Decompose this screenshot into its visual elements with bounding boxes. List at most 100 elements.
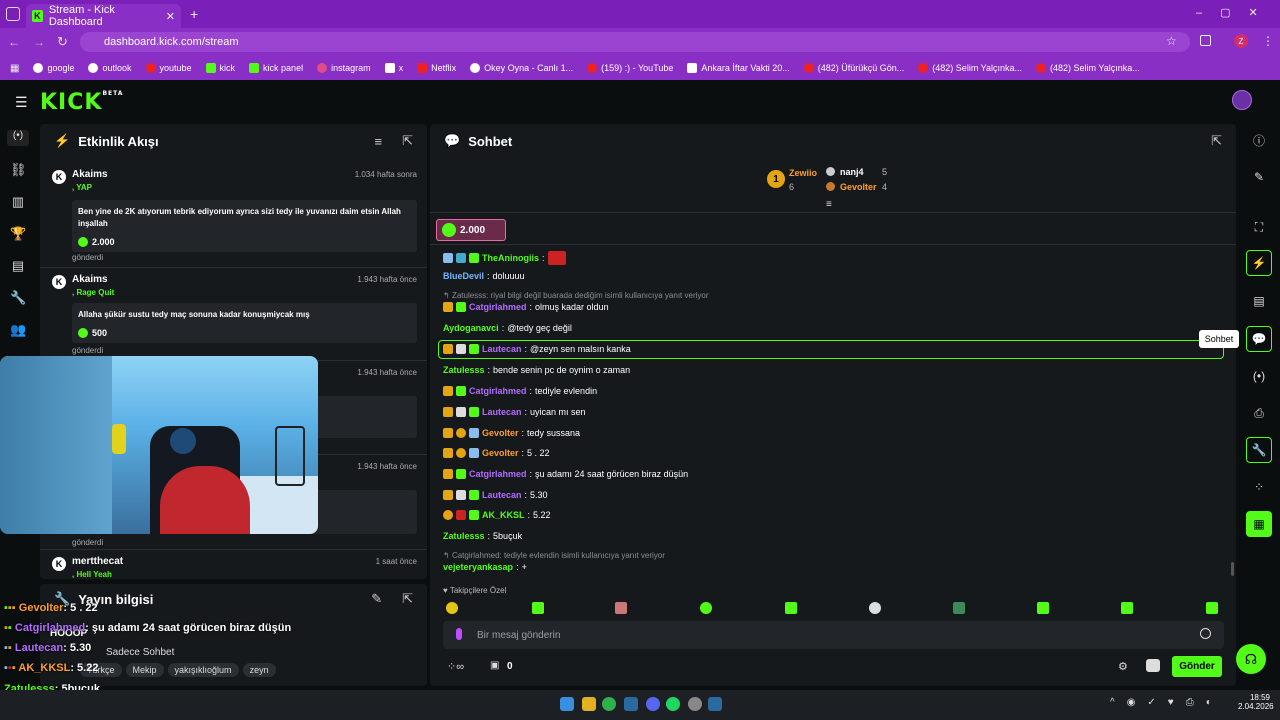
info-icon[interactable]: ⓘ: [1246, 127, 1272, 153]
tag[interactable]: zeyn: [242, 663, 276, 677]
users-icon[interactable]: 👥: [10, 322, 26, 338]
system-tray[interactable]: ^◉✓♥⎙◐: [1110, 697, 1224, 708]
bookmark-iftar[interactable]: Ankara İftar Vakti 20...: [687, 63, 790, 73]
emote-icon[interactable]: [1121, 602, 1133, 614]
bookmark-outlook[interactable]: outlook: [88, 63, 132, 73]
mic-icon[interactable]: [456, 628, 462, 640]
pencil-icon[interactable]: ✎: [1246, 164, 1272, 190]
tab-search-icon[interactable]: [6, 7, 20, 21]
menu-icon[interactable]: ⋮: [1262, 34, 1274, 48]
filter-icon[interactable]: ≡: [375, 134, 383, 149]
app-icon[interactable]: [688, 697, 702, 711]
broadcast-icon[interactable]: (•): [7, 130, 29, 146]
chat-tool-icon[interactable]: 💬: [1246, 326, 1272, 352]
bot-icon[interactable]: ▦: [1246, 511, 1272, 537]
bookmark-kick[interactable]: kick: [205, 63, 235, 73]
tag[interactable]: Mekip: [125, 663, 164, 677]
emote-icon[interactable]: [1206, 602, 1218, 614]
chat-username[interactable]: BlueDevil: [443, 271, 484, 281]
bookmark-kick-panel[interactable]: kick panel: [249, 63, 303, 73]
notes-icon[interactable]: ▤: [1246, 288, 1272, 314]
emote-icon[interactable]: [446, 602, 458, 614]
forward-icon[interactable]: →: [33, 35, 45, 49]
print-icon[interactable]: ⎙: [1246, 400, 1272, 426]
chat-username[interactable]: Lautecan: [482, 490, 522, 500]
bookmark-netflix[interactable]: Netflix: [417, 63, 456, 73]
apps-grid-icon[interactable]: ▦: [10, 63, 19, 74]
chat-scrollbar[interactable]: [1231, 562, 1234, 576]
user-avatar[interactable]: [1232, 90, 1252, 110]
reload-icon[interactable]: ↻: [57, 34, 68, 50]
lightning-tool-icon[interactable]: ⚡: [1246, 250, 1272, 276]
bookmark-youtube[interactable]: youtube: [145, 63, 192, 73]
hamburger-menu-icon[interactable]: ☰: [15, 94, 28, 111]
steam-icon[interactable]: [624, 697, 638, 711]
chat-username[interactable]: Gevolter: [482, 448, 519, 458]
bookmark-x[interactable]: x: [384, 63, 403, 73]
emote-icon[interactable]: [785, 602, 797, 614]
chat-username[interactable]: Gevolter: [482, 428, 519, 438]
discord-icon[interactable]: [646, 697, 660, 711]
chat-username[interactable]: AK_KKSL: [482, 510, 525, 520]
chat-username[interactable]: Catgirlahmed: [469, 302, 527, 312]
leaderboard-user[interactable]: nanj4: [840, 167, 864, 177]
url-bar[interactable]: dashboard.kick.com/stream: [80, 32, 1190, 52]
chat-input[interactable]: Bir mesaj gönderin: [443, 621, 1224, 649]
popout-icon[interactable]: ⇱: [1211, 133, 1222, 149]
new-tab-icon[interactable]: +: [190, 6, 198, 22]
wrench-icon[interactable]: 🔧: [10, 290, 26, 306]
spotify-icon[interactable]: [666, 697, 680, 711]
support-button[interactable]: ☊: [1236, 644, 1266, 674]
emote-icon[interactable]: [615, 602, 627, 614]
emote-icon[interactable]: [1037, 602, 1049, 614]
chat-username[interactable]: Zatulesss: [443, 365, 485, 375]
popout-icon[interactable]: ⇱: [402, 133, 413, 149]
window-controls[interactable]: –▢✕: [1196, 6, 1276, 19]
trophy-icon[interactable]: 🏆: [10, 226, 26, 242]
bookmark-google[interactable]: google: [33, 63, 74, 73]
emote-icon[interactable]: [953, 602, 965, 614]
extensions-icon[interactable]: [1200, 35, 1211, 46]
pinned-gift[interactable]: 2.000: [436, 219, 506, 241]
tag[interactable]: yakışıklıoğlum: [167, 663, 239, 677]
leaderboard-user[interactable]: Gevolter: [840, 182, 877, 192]
share-icon[interactable]: ⁘: [1246, 474, 1272, 500]
infinity-points-icon[interactable]: ⁘∞: [447, 660, 464, 673]
video-icon[interactable]: ▤: [10, 258, 26, 274]
broadcast-tool-icon[interactable]: (•): [1246, 363, 1272, 389]
settings-gear-icon[interactable]: ⚙: [1118, 660, 1128, 673]
collapse-icon[interactable]: ≡: [826, 199, 832, 210]
chat-username[interactable]: TheAninogiis: [482, 253, 539, 263]
close-tab-icon[interactable]: ✕: [166, 10, 175, 23]
file-explorer-icon[interactable]: [582, 697, 596, 711]
emote-picker-icon[interactable]: [1146, 659, 1160, 672]
emote-icon[interactable]: [700, 602, 712, 614]
clock[interactable]: 18:59 2.04.2026: [1238, 693, 1274, 711]
link-icon[interactable]: ⛓: [10, 162, 27, 178]
bookmark-instagram[interactable]: instagram: [317, 63, 371, 73]
emote-icon[interactable]: [869, 602, 881, 614]
popout-icon[interactable]: ⇱: [402, 591, 413, 607]
start-icon[interactable]: [560, 697, 574, 711]
bookmark-youtube-3[interactable]: (482) Üfürükçü Gön...: [803, 63, 904, 73]
bookmark-youtube-2[interactable]: (159) :) - YouTube: [587, 63, 673, 73]
leaderboard-user[interactable]: Zewiio: [789, 168, 817, 178]
profile-avatar[interactable]: Z: [1234, 34, 1248, 48]
bookmark-okey[interactable]: Okey Oyna - Canlı 1...: [470, 63, 573, 73]
chat-username[interactable]: Lautecan: [482, 407, 522, 417]
edit-icon[interactable]: ✎: [371, 591, 382, 607]
chat-username[interactable]: Zatulesss: [443, 531, 485, 541]
kick-logo[interactable]: KICKBETA: [40, 90, 123, 115]
wrench-tool-icon[interactable]: 🔧: [1246, 437, 1272, 463]
chrome-icon[interactable]: [602, 697, 616, 711]
chat-username[interactable]: Aydoganavci: [443, 323, 499, 333]
chat-username[interactable]: Lautecan: [482, 344, 522, 354]
fullscreen-icon[interactable]: ⛶: [1246, 214, 1272, 240]
bookmark-youtube-5[interactable]: (482) Selim Yalçınka...: [1036, 63, 1140, 73]
bookmark-youtube-4[interactable]: (482) Selim Yalçınka...: [918, 63, 1022, 73]
bookmark-star-icon[interactable]: ☆: [1166, 34, 1177, 48]
emote-icon[interactable]: [532, 602, 544, 614]
analytics-icon[interactable]: ▥: [10, 194, 26, 210]
browser-tab[interactable]: K Stream - Kick Dashboard ✕: [26, 4, 181, 28]
back-icon[interactable]: ←: [8, 35, 20, 49]
